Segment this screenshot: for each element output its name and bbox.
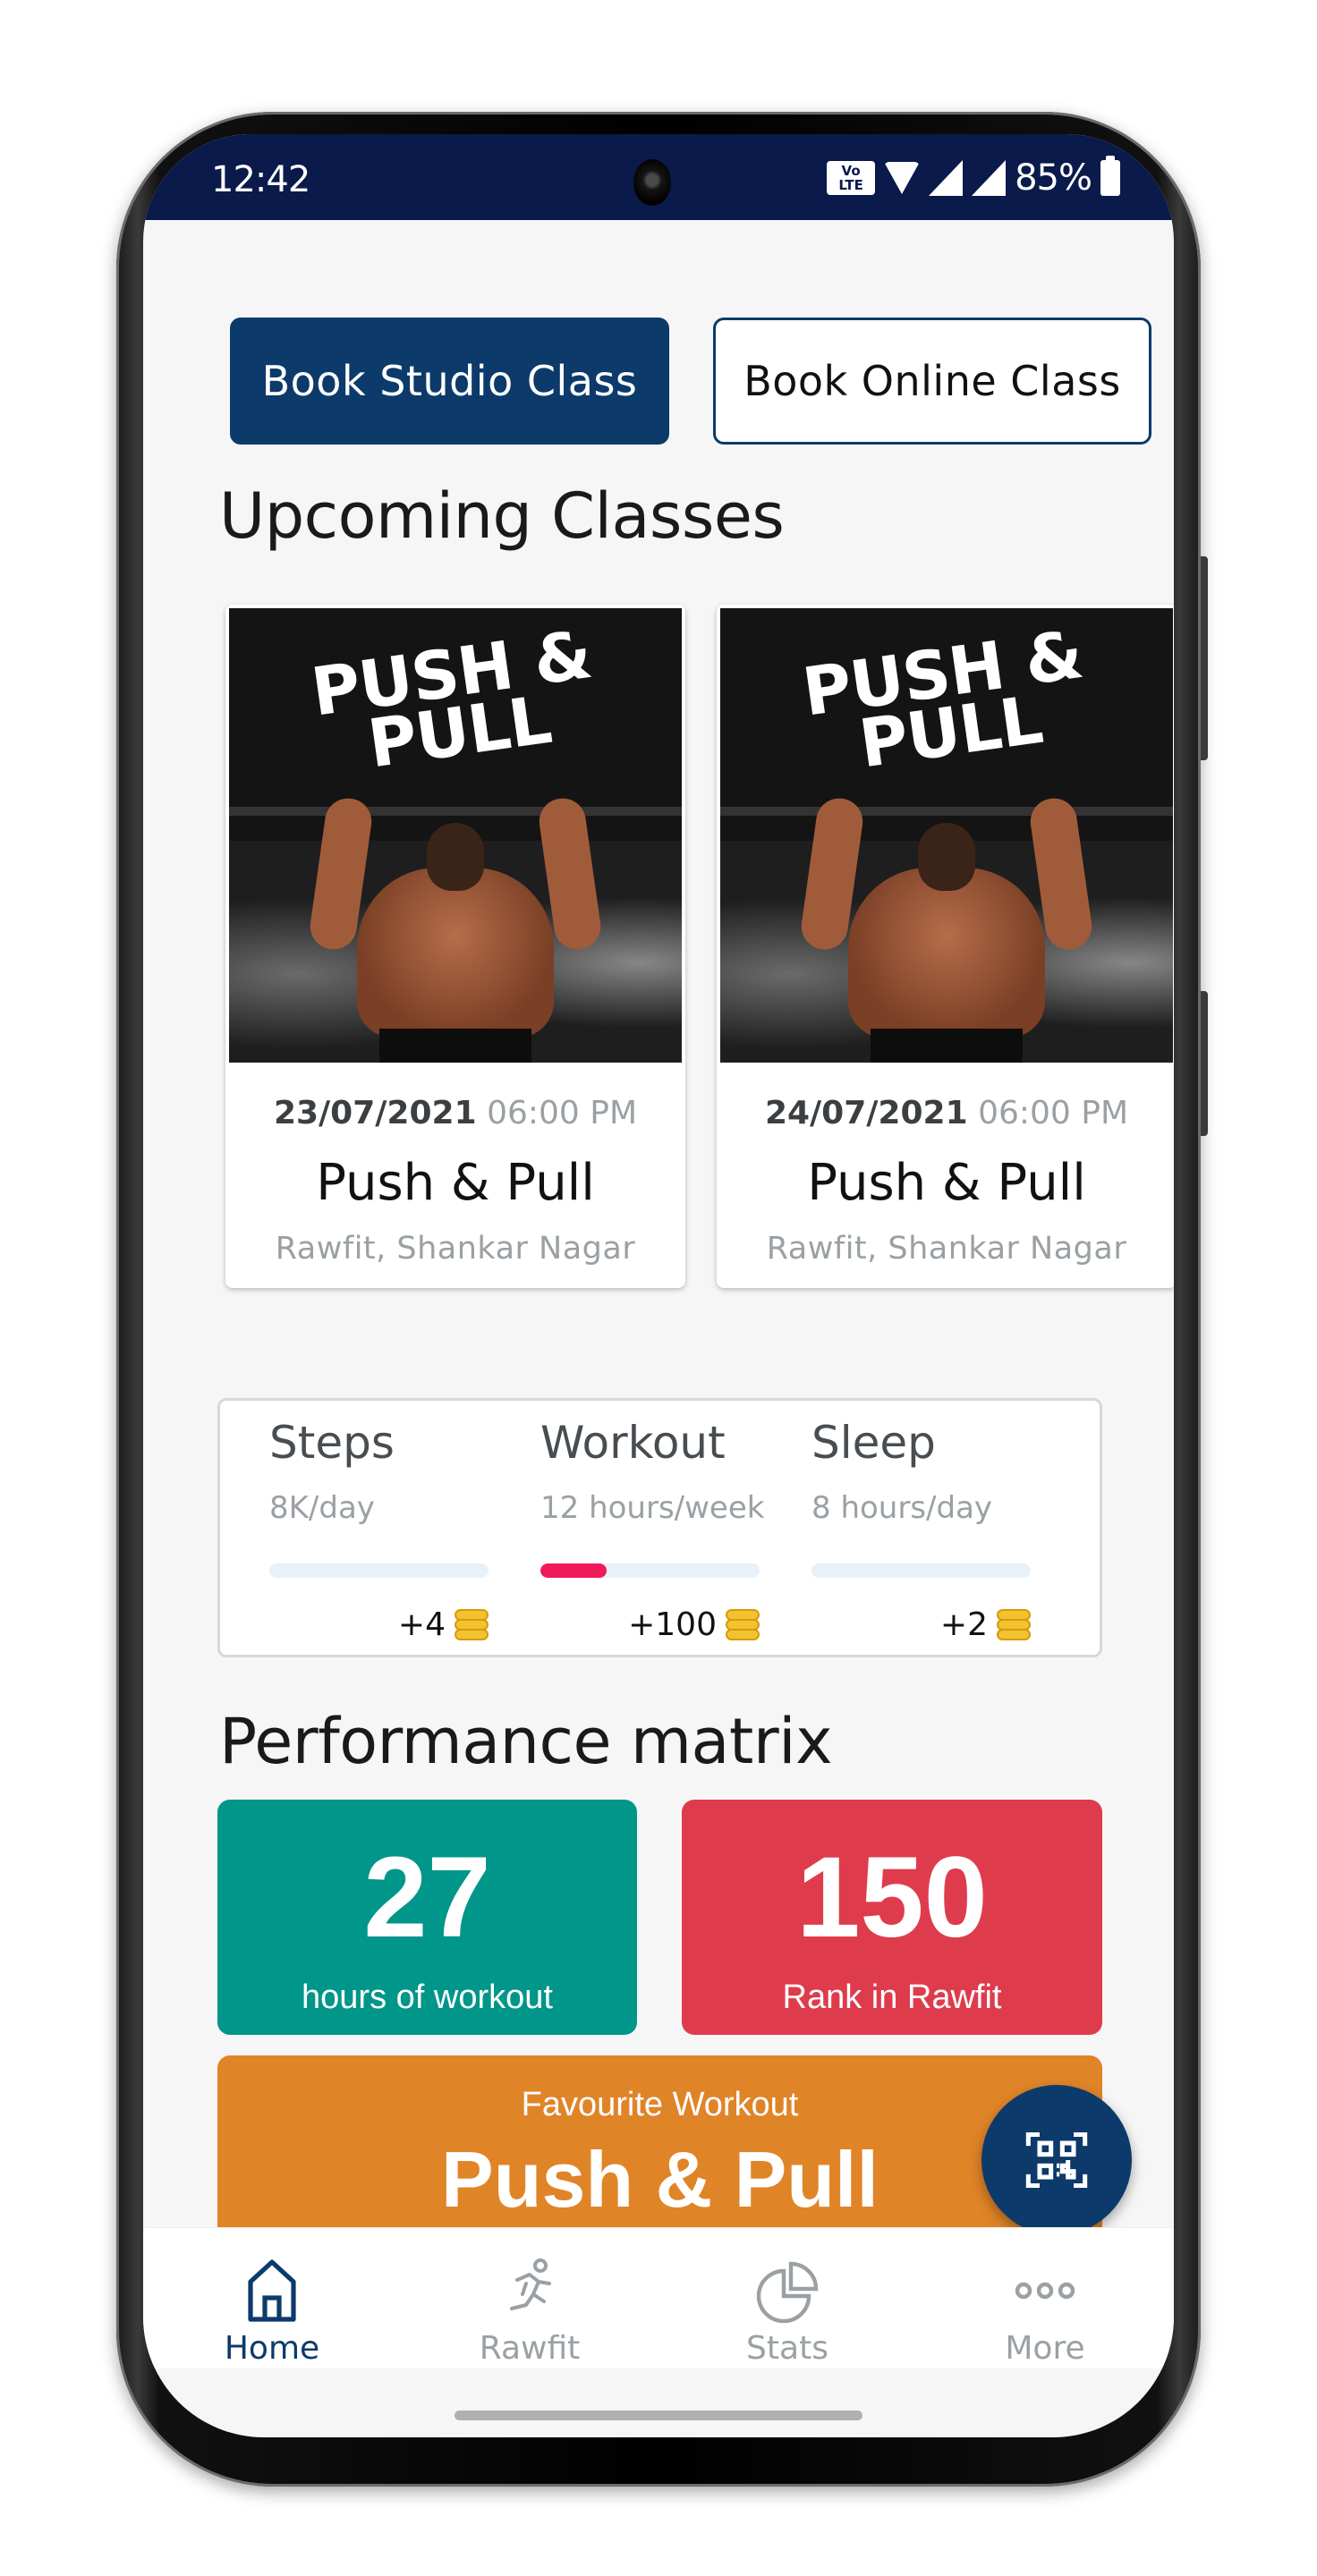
signal-icon — [972, 160, 1007, 196]
class-date: 24/07/2021 — [764, 1095, 968, 1131]
gesture-home-bar[interactable] — [455, 2411, 862, 2420]
goal-target: 8K/day — [269, 1490, 375, 1526]
goal-workout: Workout 12 hours/week +100 — [540, 1401, 809, 1655]
nav-home[interactable]: Home — [143, 2228, 401, 2369]
goal-progress-fill — [540, 1563, 607, 1578]
goal-progress-bar — [540, 1563, 760, 1578]
workout-hours-label: hours of workout — [302, 1979, 553, 2016]
favourite-workout-tile[interactable]: Favourite Workout Push & Pull — [217, 2055, 1102, 2252]
running-icon — [510, 2258, 551, 2310]
goal-reward: +4 — [398, 1606, 489, 1643]
goal-name: Workout — [540, 1417, 726, 1469]
volte-icon: Vo LTE — [827, 161, 876, 195]
goal-reward: +100 — [628, 1606, 760, 1643]
power-button — [1201, 991, 1208, 1136]
poster-title: PUSH & PULL — [307, 615, 596, 784]
class-time: 06:00 PM — [978, 1095, 1129, 1131]
goal-target: 12 hours/week — [540, 1490, 765, 1526]
status-bar: 12:42 Vo LTE 85% — [143, 134, 1174, 220]
rank-value: 150 — [796, 1834, 988, 1962]
class-datetime: 23/07/2021 06:00 PM — [225, 1095, 685, 1131]
status-time: 12:42 — [211, 159, 310, 200]
qr-scan-button[interactable] — [981, 2085, 1132, 2235]
app-screen: 12:42 Vo LTE 85% Book Studio Class Book O… — [143, 134, 1174, 2437]
coins-icon — [997, 1608, 1031, 1641]
nav-more[interactable]: More — [916, 2228, 1174, 2369]
goal-steps: Steps 8K/day +4 — [269, 1401, 538, 1655]
class-poster-image: PUSH & PULL — [720, 608, 1173, 1063]
goal-name: Steps — [269, 1417, 395, 1469]
class-location: Rawfit, Shankar Nagar — [275, 1231, 636, 1267]
workout-hours-value: 27 — [363, 1834, 491, 1962]
goal-name: Sleep — [811, 1417, 936, 1469]
nav-rawfit[interactable]: Rawfit — [401, 2228, 658, 2369]
goal-sleep: Sleep 8 hours/day +2 — [811, 1401, 1080, 1655]
workout-hours-tile[interactable]: 27 hours of workout — [217, 1800, 637, 2035]
book-studio-class-button[interactable]: Book Studio Class — [230, 318, 669, 445]
goal-reward: +2 — [940, 1606, 1031, 1643]
signal-icon — [929, 160, 964, 196]
home-icon — [248, 2259, 296, 2322]
class-poster-image: PUSH & PULL — [229, 608, 682, 1063]
rank-label: Rank in Rawfit — [782, 1979, 1002, 2016]
bottom-navigation: Home Rawfit Stats More — [143, 2227, 1174, 2368]
goal-progress-bar — [811, 1563, 1031, 1578]
performance-matrix-title: Performance matrix — [219, 1705, 833, 1778]
favourite-workout-value: Push & Pull — [441, 2135, 879, 2224]
class-name: Push & Pull — [316, 1154, 595, 1212]
rank-tile[interactable]: 150 Rank in Rawfit — [682, 1800, 1102, 2035]
class-card[interactable]: PUSH & PULL 23/07/2021 06:00 PM Push & P… — [225, 605, 685, 1288]
nav-label: Rawfit — [479, 2330, 581, 2367]
nav-label: Stats — [746, 2330, 828, 2367]
goal-progress-bar — [269, 1563, 489, 1578]
coins-icon — [726, 1608, 760, 1641]
wifi-icon — [884, 162, 921, 194]
nav-stats[interactable]: Stats — [658, 2228, 916, 2369]
upcoming-classes-title: Upcoming Classes — [219, 479, 785, 553]
favourite-workout-label: Favourite Workout — [521, 2086, 799, 2123]
class-date: 23/07/2021 — [273, 1095, 477, 1131]
coins-icon — [455, 1608, 489, 1641]
poster-title: PUSH & PULL — [798, 615, 1087, 784]
class-datetime: 24/07/2021 06:00 PM — [717, 1095, 1174, 1131]
pie-chart-icon — [756, 2261, 819, 2324]
battery-percent: 85% — [1015, 157, 1092, 199]
camera-cutout — [633, 159, 671, 206]
class-card[interactable]: PUSH & PULL 24/07/2021 06:00 PM Push & P… — [717, 605, 1174, 1288]
nav-label: Home — [224, 2330, 320, 2367]
book-online-class-button[interactable]: Book Online Class — [713, 318, 1151, 445]
volume-button — [1201, 556, 1208, 760]
class-location: Rawfit, Shankar Nagar — [766, 1231, 1127, 1267]
daily-goals-card[interactable]: Steps 8K/day +4 Workout 12 hours/week +1… — [217, 1398, 1102, 1657]
class-time: 06:00 PM — [487, 1095, 638, 1131]
goal-target: 8 hours/day — [811, 1490, 993, 1526]
nav-label: More — [1005, 2330, 1085, 2367]
class-name: Push & Pull — [807, 1154, 1086, 1212]
more-icon — [1015, 2282, 1075, 2300]
qr-scan-icon — [1025, 2131, 1088, 2189]
battery-icon — [1100, 156, 1120, 196]
